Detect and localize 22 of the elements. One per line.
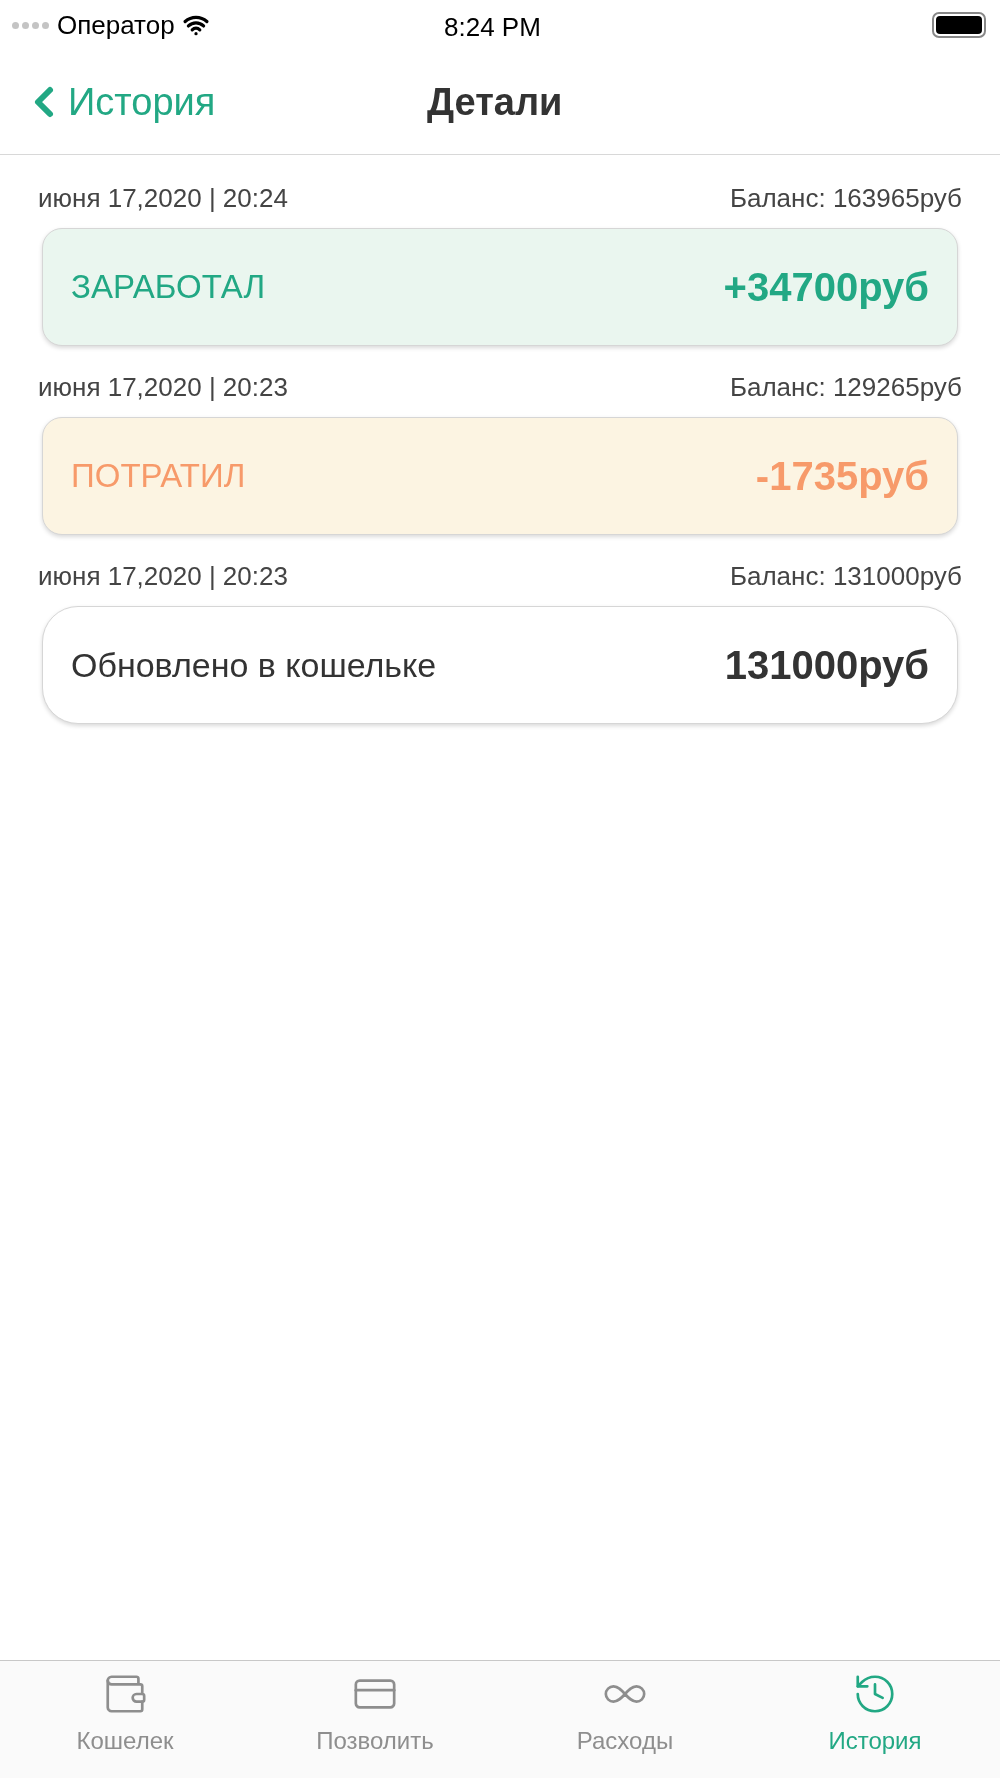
tab-item[interactable]: Кошелек: [0, 1661, 250, 1778]
signal-icon: [12, 21, 49, 29]
entry-balance: Баланс: 131000руб: [729, 560, 962, 593]
transaction-label: ПОТРАТИЛ: [71, 456, 246, 497]
entry-balance: Баланс: 129265руб: [729, 371, 962, 404]
back-button[interactable]: История: [26, 73, 216, 131]
page-title: Детали: [427, 79, 563, 125]
entry-date: июня 17,2020 | 20:23: [38, 371, 288, 404]
tab-item[interactable]: Позволить: [250, 1661, 500, 1778]
transaction-amount: +34700руб: [723, 264, 929, 311]
entry-balance: Баланс: 163965руб: [729, 182, 962, 215]
battery-icon: [932, 12, 986, 38]
transaction-amount: 131000руб: [724, 642, 929, 689]
transaction-label: ЗАРАБОТАЛ: [71, 267, 266, 308]
tab-item[interactable]: История: [750, 1661, 1000, 1778]
status-time: 8:24 PM: [444, 11, 541, 44]
carrier-name: Оператор: [57, 8, 175, 42]
transaction-label: Обновлено в кошельке: [71, 644, 437, 686]
transaction-amount: -1735руб: [755, 453, 929, 500]
entry-date: июня 17,2020 | 20:23: [38, 560, 288, 593]
entry-date: июня 17,2020 | 20:24: [38, 182, 288, 215]
tab-item[interactable]: Расходы: [500, 1661, 750, 1778]
